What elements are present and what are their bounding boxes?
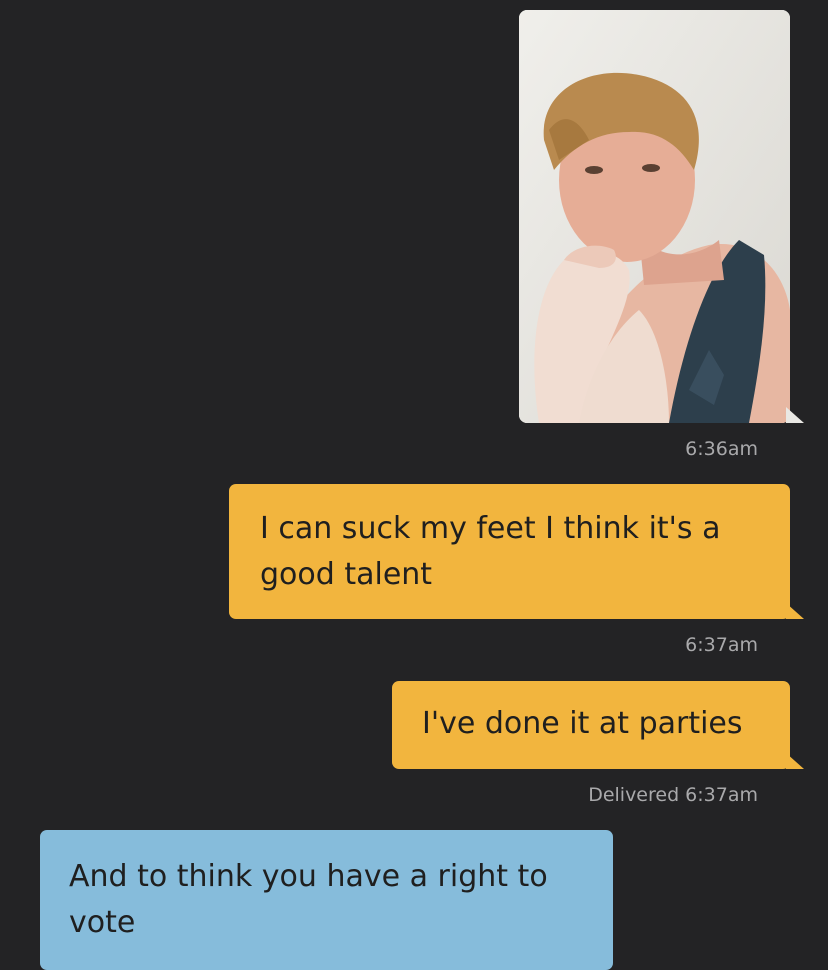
bubble-tail <box>786 603 804 619</box>
message-text: I can suck my feet I think it's a good t… <box>260 511 721 592</box>
message-text: And to think you have a right to vote <box>69 859 548 940</box>
outgoing-message[interactable]: I've done it at parties <box>392 681 790 769</box>
incoming-message[interactable]: And to think you have a right to vote <box>40 830 613 970</box>
message-timestamp: 6:37am <box>685 634 758 656</box>
bubble-tail <box>786 753 804 769</box>
message-timestamp: 6:36am <box>685 438 758 460</box>
delivery-status: Delivered 6:37am <box>588 784 758 806</box>
photo-bubble-tail <box>786 407 804 423</box>
outgoing-message[interactable]: I can suck my feet I think it's a good t… <box>229 484 790 619</box>
message-text: I've done it at parties <box>422 706 743 741</box>
selfie-photo <box>519 10 790 423</box>
photo-message[interactable] <box>519 10 790 423</box>
